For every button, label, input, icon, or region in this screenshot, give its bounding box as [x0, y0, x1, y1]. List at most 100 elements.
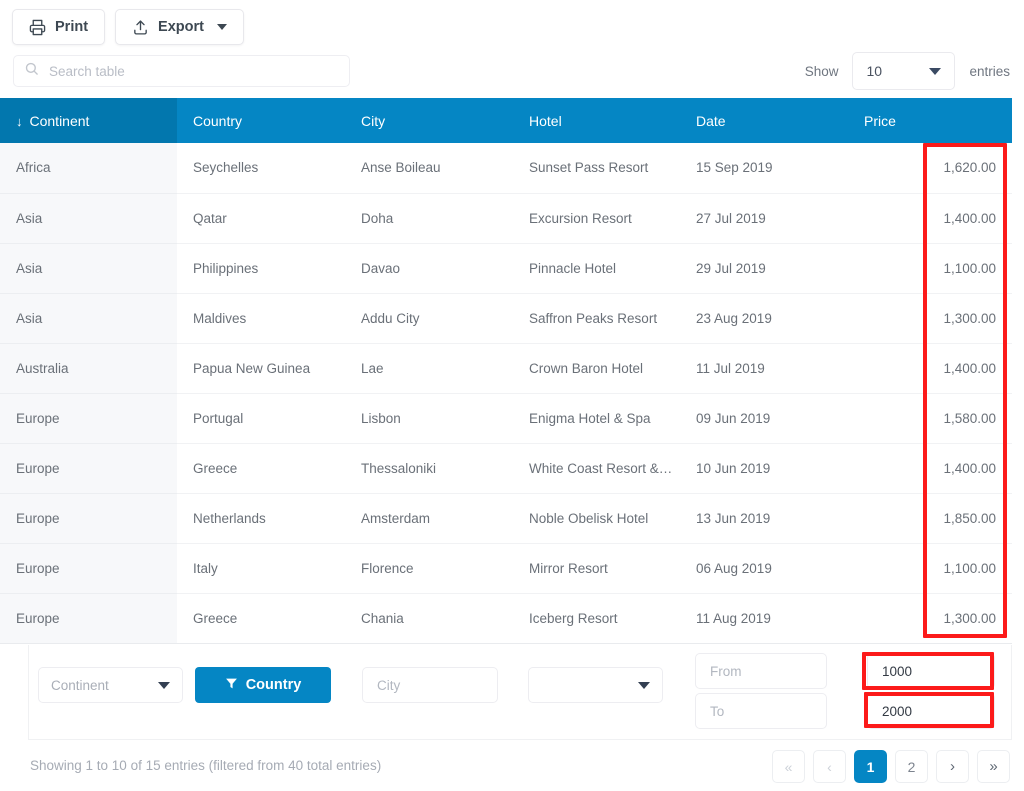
- entries-per-page-select[interactable]: 10: [852, 52, 956, 90]
- filter-icon: [225, 677, 238, 694]
- table-row[interactable]: Europe Netherlands Amsterdam Noble Obelisk …: [0, 493, 1012, 544]
- cell-hotel: Pinnacle Hotel: [513, 243, 680, 294]
- cell-hotel: Noble Obelisk Hotel: [513, 493, 680, 544]
- data-table-page: Print Export Search table Show 10 entrie…: [0, 0, 1024, 791]
- cell-continent: Asia: [0, 293, 177, 344]
- cell-continent: Australia: [0, 343, 177, 394]
- cell-city: Addu City: [345, 293, 513, 344]
- cell-city: Lae: [345, 343, 513, 394]
- pagination-page-2[interactable]: 2: [895, 750, 928, 783]
- table-row[interactable]: Australia Papua New Guinea Lae Crown Baron …: [0, 343, 1012, 394]
- cell-country: Seychelles: [177, 143, 345, 194]
- table-body: Africa Seychelles Anse Boileau Sunset Pass …: [0, 143, 1012, 644]
- arrow-down-icon: ↓: [16, 113, 23, 129]
- cell-price: 1,400.00: [848, 343, 1012, 394]
- cell-hotel: White Coast Resort &…: [513, 443, 680, 494]
- cell-country: Italy: [177, 543, 345, 594]
- upload-icon: [132, 19, 149, 36]
- cell-city: Chania: [345, 593, 513, 644]
- search-box[interactable]: [13, 55, 350, 87]
- pagination-page-1[interactable]: 1: [854, 750, 887, 783]
- cell-price: 1,400.00: [848, 443, 1012, 494]
- cell-price: 1,300.00: [848, 593, 1012, 644]
- export-button[interactable]: Export: [115, 9, 244, 45]
- table-toolbar: Print Export: [0, 0, 1024, 50]
- cell-price: 1,850.00: [848, 493, 1012, 544]
- print-button-label: Print: [55, 19, 89, 35]
- cell-hotel: Sunset Pass Resort: [513, 143, 680, 194]
- cell-date: 15 Sep 2019: [680, 143, 848, 194]
- filter-price-from-wrap[interactable]: [867, 653, 995, 689]
- column-header-country[interactable]: Country: [177, 98, 345, 143]
- data-table-wrapper: ↓ Continent Country City Hotel Date Price…: [0, 98, 1012, 644]
- cell-hotel: Iceberg Resort: [513, 593, 680, 644]
- pagination-next[interactable]: ›: [936, 750, 969, 783]
- cell-date: 11 Aug 2019: [680, 593, 848, 644]
- cell-date: 27 Jul 2019: [680, 193, 848, 244]
- table-head: ↓ Continent Country City Hotel Date Price: [0, 98, 1012, 143]
- filter-price-from-input[interactable]: [880, 654, 982, 688]
- data-table: ↓ Continent Country City Hotel Date Price…: [0, 98, 1012, 644]
- filter-date-to-input[interactable]: [708, 694, 814, 728]
- search-icon: [24, 61, 39, 81]
- cell-continent: Europe: [0, 393, 177, 444]
- cell-country: Philippines: [177, 243, 345, 294]
- filter-continent-select[interactable]: Continent: [38, 667, 183, 703]
- table-row[interactable]: Asia Maldives Addu City Saffron Peaks Resor…: [0, 293, 1012, 344]
- cell-country: Greece: [177, 443, 345, 494]
- cell-hotel: Mirror Resort: [513, 543, 680, 594]
- table-row[interactable]: Europe Italy Florence Mirror Resort 06 Aug 2…: [0, 543, 1012, 594]
- column-header-date[interactable]: Date: [680, 98, 848, 143]
- cell-city: Lisbon: [345, 393, 513, 444]
- column-header-hotel[interactable]: Hotel: [513, 98, 680, 143]
- cell-hotel: Saffron Peaks Resort: [513, 293, 680, 344]
- show-label: Show: [804, 63, 839, 79]
- table-row[interactable]: Asia Qatar Doha Excursion Resort 27 Jul 2019…: [0, 193, 1012, 244]
- column-header-city[interactable]: City: [345, 98, 513, 143]
- cell-date: 10 Jun 2019: [680, 443, 848, 494]
- cell-date: 11 Jul 2019: [680, 343, 848, 394]
- table-row[interactable]: Europe Greece Thessaloniki White Coast Reso…: [0, 443, 1012, 494]
- table-row[interactable]: Africa Seychelles Anse Boileau Sunset Pass …: [0, 143, 1012, 194]
- filter-row: Continent Country: [28, 645, 1012, 740]
- filter-hotel-select[interactable]: [528, 667, 663, 703]
- cell-continent: Europe: [0, 543, 177, 594]
- cell-date: 06 Aug 2019: [680, 543, 848, 594]
- column-header-price[interactable]: Price: [848, 98, 1012, 143]
- filter-continent-value: Continent: [51, 677, 109, 693]
- cell-country: Papua New Guinea: [177, 343, 345, 394]
- filter-country-button[interactable]: Country: [195, 667, 331, 703]
- table-row[interactable]: Europe Greece Chania Iceberg Resort 11 Aug 2…: [0, 593, 1012, 644]
- cell-continent: Asia: [0, 243, 177, 294]
- cell-country: Portugal: [177, 393, 345, 444]
- filter-date-to-wrap[interactable]: [695, 693, 827, 729]
- cell-hotel: Crown Baron Hotel: [513, 343, 680, 394]
- cell-hotel: Excursion Resort: [513, 193, 680, 244]
- print-button[interactable]: Print: [12, 9, 106, 45]
- chevron-down-icon: [929, 67, 942, 75]
- pagination-prev[interactable]: ‹: [813, 750, 846, 783]
- cell-continent: Africa: [0, 143, 177, 194]
- table-header-row: ↓ Continent Country City Hotel Date Price: [0, 98, 1012, 143]
- pagination-last[interactable]: »: [977, 750, 1010, 783]
- filter-date-from-wrap[interactable]: [695, 653, 827, 689]
- filter-city-input-wrap[interactable]: [362, 667, 498, 703]
- pagination: «‹ 1 2 ›»: [772, 750, 1010, 783]
- column-header-continent[interactable]: ↓ Continent: [0, 98, 177, 143]
- filter-date-from-input[interactable]: [708, 654, 814, 688]
- cell-hotel: Enigma Hotel & Spa: [513, 393, 680, 444]
- cell-country: Netherlands: [177, 493, 345, 544]
- table-row[interactable]: Europe Portugal Lisbon Enigma Hotel & Spa 09…: [0, 393, 1012, 444]
- table-row[interactable]: Asia Philippines Davao Pinnacle Hotel 29 Jul…: [0, 243, 1012, 294]
- cell-price: 1,620.00: [848, 143, 1012, 194]
- filter-city-input[interactable]: [375, 668, 485, 702]
- cell-price: 1,300.00: [848, 293, 1012, 344]
- search-input[interactable]: [47, 56, 339, 86]
- table-footer: Showing 1 to 10 of 15 entries (filtered …: [0, 742, 1024, 791]
- filter-price-to-wrap[interactable]: [867, 693, 995, 729]
- pagination-first[interactable]: «: [772, 750, 805, 783]
- column-header-continent-label: Continent: [29, 112, 90, 129]
- cell-price: 1,580.00: [848, 393, 1012, 444]
- filter-price-to-input[interactable]: [880, 694, 982, 728]
- cell-continent: Asia: [0, 193, 177, 244]
